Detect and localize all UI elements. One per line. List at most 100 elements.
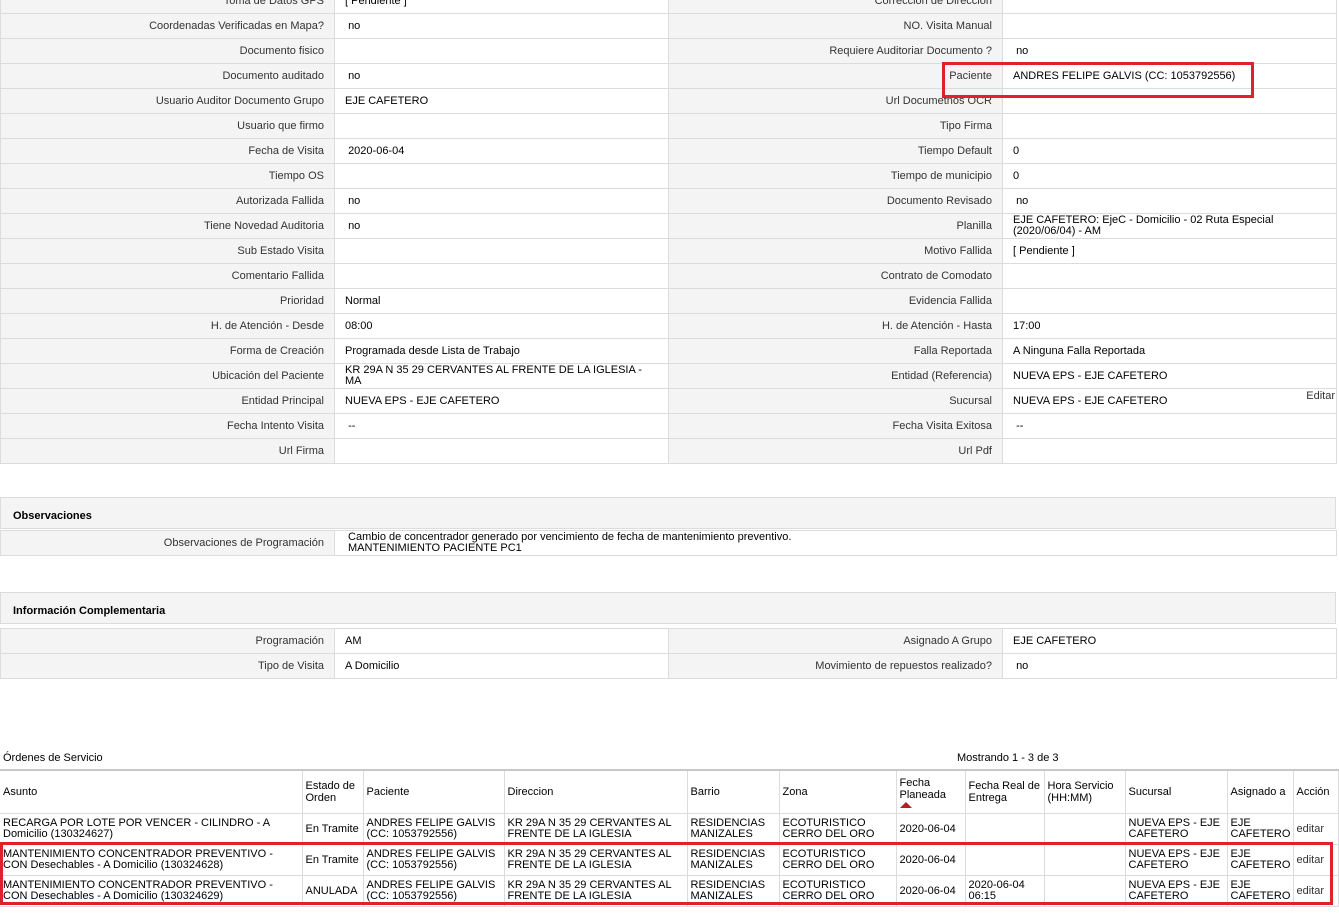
movimiento-de-repuestos-realizado-label: Movimiento de repuestos realizado? <box>668 653 1003 679</box>
cell-barrio: RESIDENCIAS MANIZALES <box>687 875 780 907</box>
planilla-value: EJE CAFETERO: EjeC - Domicilio - 02 Ruta… <box>1002 213 1337 239</box>
field-row: Tiempo OS Tiempo de municipio 0 <box>0 163 1337 189</box>
orders-pagination-count: Mostrando 1 - 3 de 3 <box>957 752 1059 764</box>
tiene-novedad-auditoria-label: Tiene Novedad Auditoria <box>0 213 335 239</box>
contrato-de-comodato-label: Contrato de Comodato <box>668 263 1003 289</box>
no-visita-manual-label: NO. Visita Manual <box>668 13 1003 39</box>
correccion-de-direccion-label: Correccion de Direccion <box>668 0 1003 14</box>
tiempo-de-municipio-value: 0 <box>1002 163 1337 189</box>
cell-barrio: RESIDENCIAS MANIZALES <box>687 844 780 876</box>
cell-accion[interactable]: editar <box>1293 813 1339 845</box>
autorizada-fallida-value: no <box>334 188 669 214</box>
field-row: Usuario que firmo Tipo Firma <box>0 113 1337 139</box>
column-header-fecha-real-de-entrega[interactable]: Fecha Real de Entrega <box>965 769 1045 814</box>
cell-hora-servicio-hh-mm <box>1044 875 1126 907</box>
falla-reportada-label: Falla Reportada <box>668 338 1003 364</box>
edit-link[interactable]: Editar <box>1306 390 1335 402</box>
cell-sucursal: NUEVA EPS - EJE CAFETERO <box>1125 844 1228 876</box>
column-header-label: Zona <box>782 786 808 798</box>
column-header-label: Estado de Orden <box>305 780 356 804</box>
documento-revisado-label: Documento Revisado <box>668 188 1003 214</box>
asignado-a-grupo-label: Asignado A Grupo <box>668 628 1003 654</box>
field-row: Fecha de Visita 2020-06-04 Tiempo Default… <box>0 138 1337 164</box>
field-row: Toma de Datos GPS[ Pendiente ] Correccion… <box>0 0 1337 14</box>
evidencia-fallida-label: Evidencia Fallida <box>668 288 1003 314</box>
field-row: Ubicación del Paciente KR 29A N 35 29 CER… <box>0 363 1337 389</box>
tiempo-os-value <box>334 163 669 189</box>
coordenadas-verificadas-en-mapa-label: Coordenadas Verificadas en Mapa? <box>0 13 335 39</box>
field-row: Prioridad Normal Evidencia Fallida <box>0 288 1337 314</box>
documento-auditado-value: no <box>334 63 669 89</box>
column-header-barrio[interactable]: Barrio <box>687 769 780 814</box>
orders-header-row: Asunto Estado de Orden Paciente Direccion Ba… <box>0 769 1339 814</box>
url-documetnos-ocr-value <box>1002 88 1337 114</box>
column-header-label: Asunto <box>3 786 38 798</box>
cell-accion[interactable]: editar <box>1293 844 1339 876</box>
field-row: Entidad Principal NUEVA EPS - EJE CAFETER… <box>0 388 1337 414</box>
column-header-paciente[interactable]: Paciente <box>363 769 505 814</box>
cell-paciente: ANDRES FELIPE GALVIS (CC: 1053792556) <box>363 813 505 845</box>
field-row: Fecha Intento Visita -- Fecha Visita Exit… <box>0 413 1337 439</box>
column-header-zona[interactable]: Zona <box>779 769 897 814</box>
cell-accion[interactable]: editar <box>1293 875 1339 907</box>
usuario-auditor-documento-grupo-label: Usuario Auditor Documento Grupo <box>0 88 335 114</box>
cell-estado-de-orden: ANULADA <box>302 875 364 907</box>
contrato-de-comodato-value <box>1002 263 1337 289</box>
field-row: H. de Atención - Desde 08:00 H. de Atenció… <box>0 313 1337 339</box>
url-firma-label: Url Firma <box>0 438 335 464</box>
order-row: MANTENIMIENTO CONCENTRADOR PREVENTIVO - … <box>0 844 1339 876</box>
sort-ascending-icon <box>899 801 912 808</box>
field-row: Tiene Novedad Auditoria no Planilla EJE CA… <box>0 213 1337 239</box>
observaciones-value: Cambio de concentrador generado por venc… <box>334 530 1337 556</box>
cell-zona: ECOTURISTICO CERRO DEL ORO <box>779 875 897 907</box>
cell-hora-servicio-hh-mm <box>1044 844 1126 876</box>
cell-asignado-a: EJE CAFETERO <box>1227 844 1294 876</box>
planilla-label: Planilla <box>668 213 1003 239</box>
cell-fecha-planeada: 2020-06-04 <box>896 813 966 845</box>
comentario-fallida-value <box>334 263 669 289</box>
cell-direccion: KR 29A N 35 29 CERVANTES AL FRENTE DE LA… <box>504 875 688 907</box>
sub-estado-visita-label: Sub Estado Visita <box>0 238 335 264</box>
column-header-asunto[interactable]: Asunto <box>0 769 303 814</box>
cell-asunto: RECARGA POR LOTE POR VENCER - CILINDRO -… <box>0 813 303 845</box>
prioridad-value: Normal <box>334 288 669 314</box>
coordenadas-verificadas-en-mapa-value: no <box>334 13 669 39</box>
usuario-que-firmo-value <box>334 113 669 139</box>
cell-asignado-a: EJE CAFETERO <box>1227 813 1294 845</box>
field-row: Autorizada Fallida no Documento Revisado … <box>0 188 1337 214</box>
fecha-de-visita-label: Fecha de Visita <box>0 138 335 164</box>
order-row: MANTENIMIENTO CONCENTRADOR PREVENTIVO - … <box>0 875 1339 907</box>
falla-reportada-value: A Ninguna Falla Reportada <box>1002 338 1337 364</box>
fecha-intento-visita-label: Fecha Intento Visita <box>0 413 335 439</box>
tiempo-de-municipio-label: Tiempo de municipio <box>668 163 1003 189</box>
h-de-atencion-desde-label: H. de Atención - Desde <box>0 313 335 339</box>
correccion-de-direccion-value <box>1002 0 1337 14</box>
field-row: Documento auditado no Paciente ANDRES FELI… <box>0 63 1337 89</box>
column-header-estado-de-orden[interactable]: Estado de Orden <box>302 769 364 814</box>
cell-estado-de-orden: En Tramite <box>302 813 364 845</box>
h-de-atencion-hasta-value: 17:00 <box>1002 313 1337 339</box>
fecha-visita-exitosa-value: -- <box>1002 413 1337 439</box>
column-header-fecha-planeada[interactable]: Fecha Planeada <box>896 769 966 814</box>
cell-direccion: KR 29A N 35 29 CERVANTES AL FRENTE DE LA… <box>504 813 688 845</box>
cell-paciente: ANDRES FELIPE GALVIS (CC: 1053792556) <box>363 844 505 876</box>
column-header-hora-servicio-hh-mm[interactable]: Hora Servicio (HH:MM) <box>1044 769 1126 814</box>
cell-fecha-real-de-entrega <box>965 813 1045 845</box>
cell-zona: ECOTURISTICO CERRO DEL ORO <box>779 844 897 876</box>
tipo-de-visita-label: Tipo de Visita <box>0 653 335 679</box>
column-header-sucursal[interactable]: Sucursal <box>1125 769 1228 814</box>
cell-direccion: KR 29A N 35 29 CERVANTES AL FRENTE DE LA… <box>504 844 688 876</box>
column-header-accion[interactable]: Acción <box>1293 769 1339 814</box>
motivo-fallida-value: [ Pendiente ] <box>1002 238 1337 264</box>
movimiento-de-repuestos-realizado-value: no <box>1002 653 1337 679</box>
fecha-visita-exitosa-label: Fecha Visita Exitosa <box>668 413 1003 439</box>
field-row: Url Firma Url Pdf <box>0 438 1337 464</box>
column-header-asignado-a[interactable]: Asignado a <box>1227 769 1294 814</box>
entidad-principal-value: NUEVA EPS - EJE CAFETERO <box>334 388 669 414</box>
column-header-label: Hora Servicio (HH:MM) <box>1047 780 1114 804</box>
documento-auditado-label: Documento auditado <box>0 63 335 89</box>
column-header-direccion[interactable]: Direccion <box>504 769 688 814</box>
fecha-de-visita-value: 2020-06-04 <box>334 138 669 164</box>
tiempo-os-label: Tiempo OS <box>0 163 335 189</box>
ubicacion-del-paciente-value: KR 29A N 35 29 CERVANTES AL FRENTE DE LA… <box>334 363 669 389</box>
